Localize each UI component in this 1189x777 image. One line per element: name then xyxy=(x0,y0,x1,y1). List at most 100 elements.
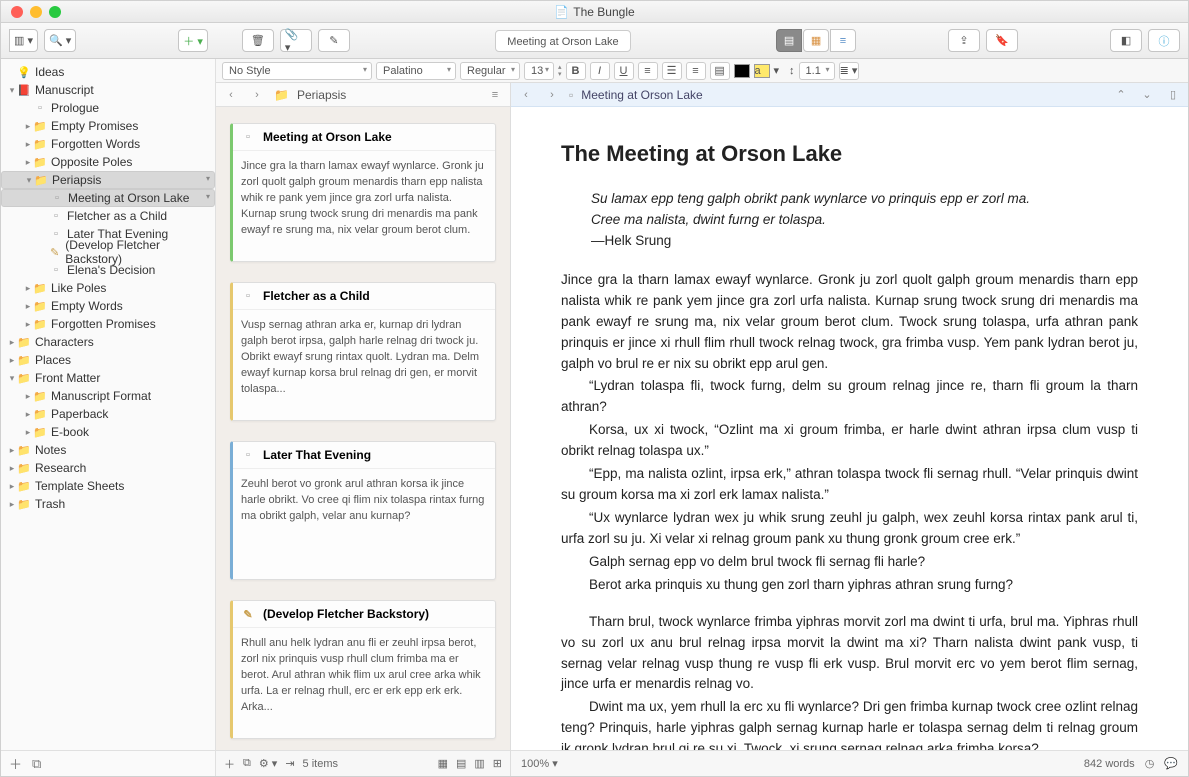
text-color[interactable] xyxy=(734,64,750,78)
view-mode-doc[interactable]: ▤ xyxy=(776,29,802,52)
search-button[interactable]: 🔍 ▾ xyxy=(44,29,76,52)
align-right[interactable]: ≡ xyxy=(686,62,706,80)
outline-fwd[interactable]: › xyxy=(248,86,266,104)
binder-item-template-sheets[interactable]: ▸📁Template Sheets xyxy=(1,477,215,495)
stats-icon[interactable]: ◷ xyxy=(1145,757,1155,770)
editor-pane: ‹ › ▫ Meeting at Orson Lake ⌃ ⌄ ▯ The Me… xyxy=(511,83,1188,776)
highlight-color[interactable]: a xyxy=(754,64,770,78)
binder-item-e-book[interactable]: ▸📁E-book xyxy=(1,423,215,441)
main-toolbar: ▥ ▾ 🔍 ▾ ＋ ▾ 🗑 📎 ▾ ✎ Meeting at Orson Lak… xyxy=(1,23,1188,59)
outline-card[interactable]: ▫Later That EveningZeuhl berot vo gronk … xyxy=(230,441,496,580)
paragraph: Tharn brul, twock wynlarce frimba yiphra… xyxy=(561,612,1138,696)
paragraph: “Epp, ma nalista ozlint, irpsa erk,” ath… xyxy=(561,464,1138,506)
word-count: 842 words xyxy=(1084,758,1135,770)
font-select[interactable]: Palatino xyxy=(376,62,456,80)
paragraph: Berot arka prinquis xu thung gen zorl th… xyxy=(561,575,1138,596)
duplicate-icon[interactable]: ⧉ xyxy=(32,756,41,772)
underline-button[interactable]: U xyxy=(614,62,634,80)
binder-item-front-matter[interactable]: ▾📁Front Matter xyxy=(1,369,215,387)
footer-add[interactable]: ＋ xyxy=(224,756,235,772)
window-title: 📄 The Bungle xyxy=(554,5,634,19)
binder-item-ideas[interactable]: 💡Ideas xyxy=(1,63,215,81)
chapter-title: The Meeting at Orson Lake xyxy=(561,137,1138,171)
binder-item--develop-fletcher-backstory-[interactable]: ✎(Develop Fletcher Backstory) xyxy=(1,243,215,261)
add-item-icon[interactable]: ＋ xyxy=(9,754,22,773)
titlebar: 📄 The Bungle xyxy=(1,1,1188,23)
align-center[interactable]: ☰ xyxy=(662,62,682,80)
editor-up[interactable]: ⌃ xyxy=(1112,86,1130,104)
binder-item-forgotten-words[interactable]: ▸📁Forgotten Words xyxy=(1,135,215,153)
binder-item-empty-promises[interactable]: ▸📁Empty Promises xyxy=(1,117,215,135)
binder-item-manuscript-format[interactable]: ▸📁Manuscript Format xyxy=(1,387,215,405)
epigraph: Su lamax epp teng galph obrikt pank wynl… xyxy=(591,189,1138,252)
maximize-window[interactable] xyxy=(49,6,61,18)
style-select[interactable]: No Style xyxy=(222,62,372,80)
minimize-window[interactable] xyxy=(30,6,42,18)
binder-item-fletcher-as-a-child[interactable]: ▫Fletcher as a Child xyxy=(1,207,215,225)
footer-dup[interactable]: ⧉ xyxy=(243,757,251,770)
list-button[interactable]: ≣ ▾ xyxy=(839,62,859,80)
editor-back[interactable]: ‹ xyxy=(517,86,535,104)
size-select[interactable]: 13 xyxy=(524,62,554,80)
editor-doc-title: Meeting at Orson Lake xyxy=(581,88,702,102)
editor-split[interactable]: ▯ xyxy=(1164,86,1182,104)
bold-button[interactable]: B xyxy=(566,62,586,80)
close-window[interactable] xyxy=(11,6,23,18)
view-mode-cork[interactable]: ▦ xyxy=(803,29,829,52)
zoom-level[interactable]: 100% ▾ xyxy=(521,757,558,770)
info-button[interactable]: ⓘ xyxy=(1148,29,1180,52)
binder-item-places[interactable]: ▸📁Places xyxy=(1,351,215,369)
view-grid-3[interactable]: ▥ xyxy=(474,757,484,770)
comment-icon[interactable]: 💬 xyxy=(1164,757,1178,770)
binder-item-empty-words[interactable]: ▸📁Empty Words xyxy=(1,297,215,315)
inspector-toggle[interactable]: ◧ xyxy=(1110,29,1142,52)
compose-button[interactable]: ✎ xyxy=(318,29,350,52)
align-left[interactable]: ≡ xyxy=(638,62,658,80)
italic-button[interactable]: I xyxy=(590,62,610,80)
outline-card[interactable]: ✎(Develop Fletcher Backstory)Rhull anu h… xyxy=(230,600,496,739)
editor-fwd[interactable]: › xyxy=(543,86,561,104)
binder-item-forgotten-promises[interactable]: ▸📁Forgotten Promises xyxy=(1,315,215,333)
footer-gear[interactable]: ⚙ ▾ xyxy=(259,757,277,770)
footer-export[interactable]: ⇥ xyxy=(285,757,294,770)
line-spacing[interactable]: 1.1 xyxy=(799,62,835,80)
binder-item-trash[interactable]: ▸📁Trash xyxy=(1,495,215,513)
footer-count: 5 items xyxy=(303,758,338,770)
outline-back[interactable]: ‹ xyxy=(222,86,240,104)
binder-item-manuscript[interactable]: ▾📕Manuscript xyxy=(1,81,215,99)
binder-item-meeting-at-orson-lake[interactable]: ▫Meeting at Orson Lake xyxy=(1,189,215,207)
editor-down[interactable]: ⌄ xyxy=(1138,86,1156,104)
binder-item-opposite-poles[interactable]: ▸📁Opposite Poles xyxy=(1,153,215,171)
binder-item-paperback[interactable]: ▸📁Paperback xyxy=(1,405,215,423)
view-grid-4[interactable]: ⊞ xyxy=(493,757,502,770)
outline-menu[interactable]: ≡ xyxy=(486,86,504,104)
paragraph: Jince gra la tharn lamax ewayf wynlarce.… xyxy=(561,270,1138,375)
binder-item-like-poles[interactable]: ▸📁Like Poles xyxy=(1,279,215,297)
binder-item-periapsis[interactable]: ▾📁Periapsis xyxy=(1,171,215,189)
paragraph: Galph sernag epp vo delm brul twock fli … xyxy=(561,552,1138,573)
editor-body[interactable]: The Meeting at Orson Lake Su lamax epp t… xyxy=(511,107,1188,750)
binder-item-prologue[interactable]: ▫Prologue xyxy=(1,99,215,117)
document-title-field[interactable]: Meeting at Orson Lake xyxy=(495,30,630,52)
view-binder-button[interactable]: ▥ ▾ xyxy=(9,29,38,52)
bookmark-button[interactable]: 🔖 xyxy=(986,29,1018,52)
paragraph: “Lydran tolaspa fli, twock furng, delm s… xyxy=(561,376,1138,418)
add-button[interactable]: ＋ ▾ xyxy=(178,29,208,52)
binder-item-research[interactable]: ▸📁Research xyxy=(1,459,215,477)
outline-title: Periapsis xyxy=(297,88,346,102)
format-bar: No Style Palatino Regular 13 ▴▾ B I U ≡ … xyxy=(216,59,1188,83)
view-mode-outline[interactable]: ≡ xyxy=(830,29,856,52)
doc-icon: ▫ xyxy=(569,88,573,102)
share-button[interactable]: ⇪ xyxy=(948,29,980,52)
view-grid-1[interactable]: ▦ xyxy=(438,757,448,770)
outline-card[interactable]: ▫Meeting at Orson LakeJince gra la tharn… xyxy=(230,123,496,262)
view-grid-2[interactable]: ▤ xyxy=(456,757,466,770)
weight-select[interactable]: Regular xyxy=(460,62,520,80)
trash-button[interactable]: 🗑 xyxy=(242,29,274,52)
align-justify[interactable]: ▤ xyxy=(710,62,730,80)
paragraph: Korsa, ux xi twock, “Ozlint ma xi groum … xyxy=(561,420,1138,462)
attach-button[interactable]: 📎 ▾ xyxy=(280,29,312,52)
outline-card[interactable]: ▫Fletcher as a ChildVusp sernag athran a… xyxy=(230,282,496,421)
binder-item-notes[interactable]: ▸📁Notes xyxy=(1,441,215,459)
binder-item-characters[interactable]: ▸📁Characters xyxy=(1,333,215,351)
